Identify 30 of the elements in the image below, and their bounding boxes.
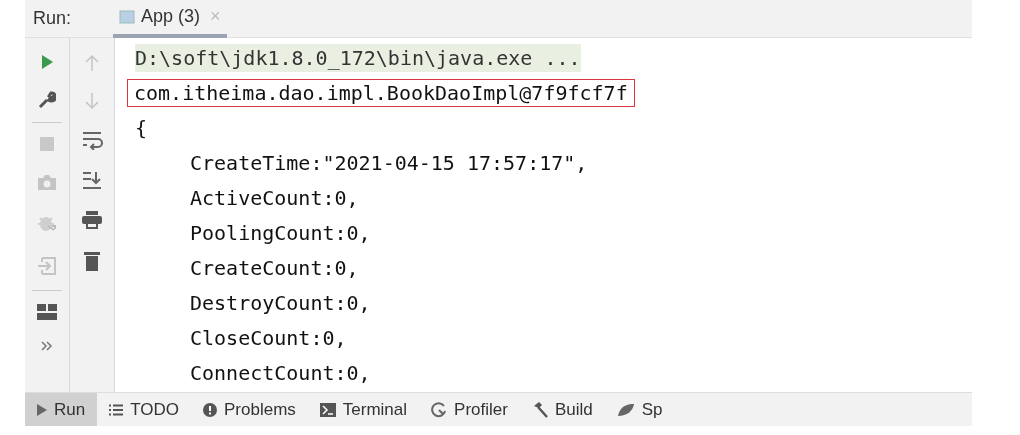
console-line: DestroyCount:0, xyxy=(190,289,371,316)
console-line: { xyxy=(135,114,148,141)
wrap-icon[interactable] xyxy=(81,130,103,150)
more-icon[interactable] xyxy=(41,341,53,351)
tool-window-tab[interactable]: Build xyxy=(519,393,605,426)
tool-window-tab[interactable]: Terminal xyxy=(307,393,420,426)
panel-label: Run: xyxy=(33,8,73,29)
trash-icon[interactable] xyxy=(83,250,101,272)
layout-icon[interactable] xyxy=(37,304,57,320)
console-icon xyxy=(119,9,135,24)
console-line: CloseCount:0, xyxy=(190,324,347,351)
console-line: CreateCount:0, xyxy=(190,254,359,281)
leaf-icon xyxy=(616,402,635,417)
tool-window-tab[interactable]: Problems xyxy=(191,393,308,426)
console-line: ConnectCount:0, xyxy=(190,359,371,386)
tool-window-tab[interactable]: Profiler xyxy=(419,393,520,426)
run-icon[interactable] xyxy=(39,54,55,70)
console-line: ActiveCount:0, xyxy=(190,184,359,211)
tool-window-tab[interactable]: TODO xyxy=(97,393,191,426)
list-icon xyxy=(109,403,124,416)
console-line: PoolingCount:0, xyxy=(190,219,371,246)
gauge-icon xyxy=(431,401,448,418)
console-line: CreateTime:"2021-04-15 17:57:17", xyxy=(190,149,588,176)
terminal-icon xyxy=(319,402,336,417)
tool-window-tab[interactable]: Sp xyxy=(604,393,675,426)
tool-window-tab[interactable]: Run xyxy=(25,393,98,426)
print-icon[interactable] xyxy=(81,210,103,230)
scroll-to-end-icon[interactable] xyxy=(81,170,103,190)
warning-icon xyxy=(203,402,217,417)
play-icon xyxy=(37,403,47,416)
